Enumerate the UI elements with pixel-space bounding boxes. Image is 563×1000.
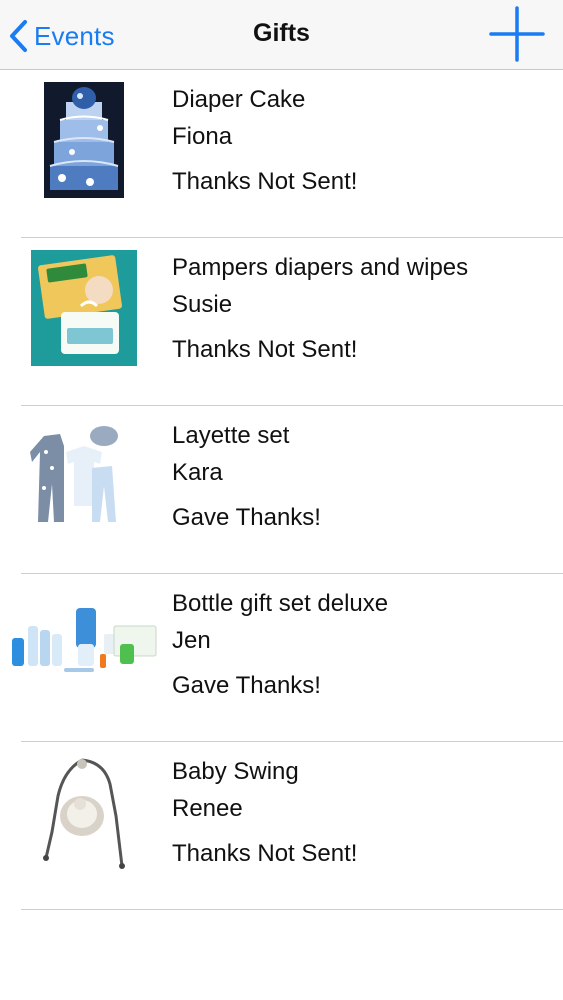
gift-name: Bottle gift set deluxe bbox=[172, 590, 389, 617]
gift-list: Diaper Cake Fiona Thanks Not Sent! Pampe… bbox=[0, 70, 563, 910]
gift-row[interactable]: Bottle gift set deluxe Jen Gave Thanks! bbox=[0, 574, 563, 742]
thanks-status: Thanks Not Sent! bbox=[172, 168, 358, 195]
gift-giver: Susie bbox=[172, 291, 233, 318]
thanks-status: Thanks Not Sent! bbox=[172, 840, 358, 867]
navigation-bar: Events Gifts bbox=[0, 0, 563, 70]
gift-row[interactable]: Baby Swing Renee Thanks Not Sent! bbox=[0, 742, 563, 910]
thanks-status: Thanks Not Sent! bbox=[172, 336, 358, 363]
bottle-set-photo bbox=[8, 604, 160, 682]
gift-name: Pampers diapers and wipes bbox=[172, 254, 469, 281]
thanks-status: Gave Thanks! bbox=[172, 504, 321, 531]
gift-row[interactable]: Layette set Kara Gave Thanks! bbox=[0, 406, 563, 574]
thanks-status: Gave Thanks! bbox=[172, 672, 321, 699]
gift-name: Diaper Cake bbox=[172, 86, 306, 113]
gift-row[interactable]: Diaper Cake Fiona Thanks Not Sent! bbox=[0, 70, 563, 238]
plus-icon bbox=[489, 6, 545, 62]
baby-swing-photo bbox=[42, 756, 128, 872]
gift-giver: Kara bbox=[172, 459, 223, 486]
page-title: Gifts bbox=[253, 19, 310, 47]
gift-giver: Fiona bbox=[172, 123, 233, 150]
gift-name: Baby Swing bbox=[172, 758, 299, 785]
gift-row[interactable]: Pampers diapers and wipes Susie Thanks N… bbox=[0, 238, 563, 406]
layette-photo bbox=[30, 422, 128, 530]
pampers-photo bbox=[31, 250, 137, 366]
gift-giver: Renee bbox=[172, 795, 243, 822]
add-gift-button[interactable] bbox=[489, 6, 545, 62]
gift-giver: Jen bbox=[172, 627, 211, 654]
gift-name: Layette set bbox=[172, 422, 290, 449]
diaper-cake-photo bbox=[44, 82, 124, 198]
